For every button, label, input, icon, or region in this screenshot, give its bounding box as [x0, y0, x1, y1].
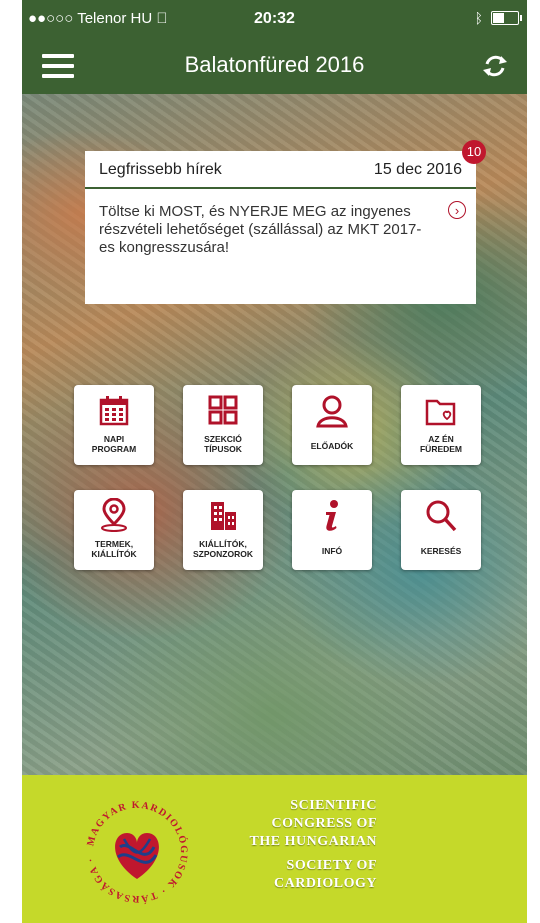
chevron-right-icon[interactable]: › — [448, 201, 466, 219]
status-bar: ●●○○○ Telenor HU  20:32 ᛒ — [22, 0, 527, 38]
tile-label: ELŐADÓK — [310, 441, 354, 451]
tile-kereses[interactable]: KERESÉS — [401, 490, 481, 570]
clock: 20:32 — [254, 10, 295, 27]
heart-folder-icon — [425, 399, 456, 426]
tile-label: INFÓ — [321, 546, 343, 556]
society-logo-icon: MAGYAR KARDIOLÓGUSOK · TÁRSASÁGA · — [85, 800, 188, 905]
news-title: Legfrissebb hírek — [99, 161, 222, 178]
news-date: 15 dec 2016 — [373, 161, 462, 178]
news-card[interactable]: Legfrissebb hírek 15 dec 2016 Töltse ki … — [85, 151, 476, 304]
news-count-badge: 10 — [462, 140, 486, 164]
calendar-icon — [99, 396, 129, 426]
map-pin-icon — [101, 498, 127, 532]
tile-label: NAPI PROGRAM — [91, 434, 137, 454]
tile-napi-program[interactable]: NAPI PROGRAM — [74, 385, 154, 465]
tile-az-en-furedem[interactable]: AZ ÉN FÜREDEM — [401, 385, 481, 465]
tile-label: AZ ÉN FÜREDEM — [419, 434, 463, 454]
person-icon — [316, 395, 348, 428]
tile-label: KIÁLLÍTÓK, SZPONZOROK — [193, 539, 253, 559]
tile-eloadok[interactable]: ELŐADÓK — [292, 385, 372, 465]
info-icon — [326, 500, 338, 531]
tile-label: SZEKCIÓ TÍPUSOK — [204, 434, 242, 454]
page-title: Balatonfüred 2016 — [184, 52, 365, 77]
grid-icon — [208, 395, 238, 425]
app-screen: ●●○○○ Telenor HU  20:32 ᛒ Balatonfüred … — [22, 0, 527, 923]
refresh-icon[interactable] — [479, 50, 511, 82]
tile-label: KERESÉS — [420, 546, 462, 556]
footer-banner: MAGYAR KARDIOLÓGUSOK · TÁRSASÁGA · SCIEN… — [22, 775, 527, 923]
bluetooth-icon: ᛒ — [474, 10, 483, 26]
tile-kiallitok-szponzorok[interactable]: KIÁLLÍTÓK, SZPONZOROK — [183, 490, 263, 570]
search-icon — [426, 500, 457, 532]
news-text: Töltse ki MOST, és NYERJE MEG az ingyene… — [99, 203, 422, 256]
tile-info[interactable]: INFÓ — [292, 490, 372, 570]
tile-label: TERMEK, KIÁLLÍTÓK — [91, 539, 137, 559]
congress-title: SCIENTIFIC CONGRESS OF THE HUNGARIAN SOC… — [249, 798, 377, 891]
tile-szekcio-tipusok[interactable]: SZEKCIÓ TÍPUSOK — [183, 385, 263, 465]
nav-bar: Balatonfüred 2016 — [22, 38, 527, 94]
tile-termek-kiallitok[interactable]: TERMEK, KIÁLLÍTÓK — [74, 490, 154, 570]
battery-icon — [491, 11, 522, 25]
buildings-icon — [211, 502, 236, 530]
news-header: Legfrissebb hírek 15 dec 2016 — [85, 151, 476, 189]
